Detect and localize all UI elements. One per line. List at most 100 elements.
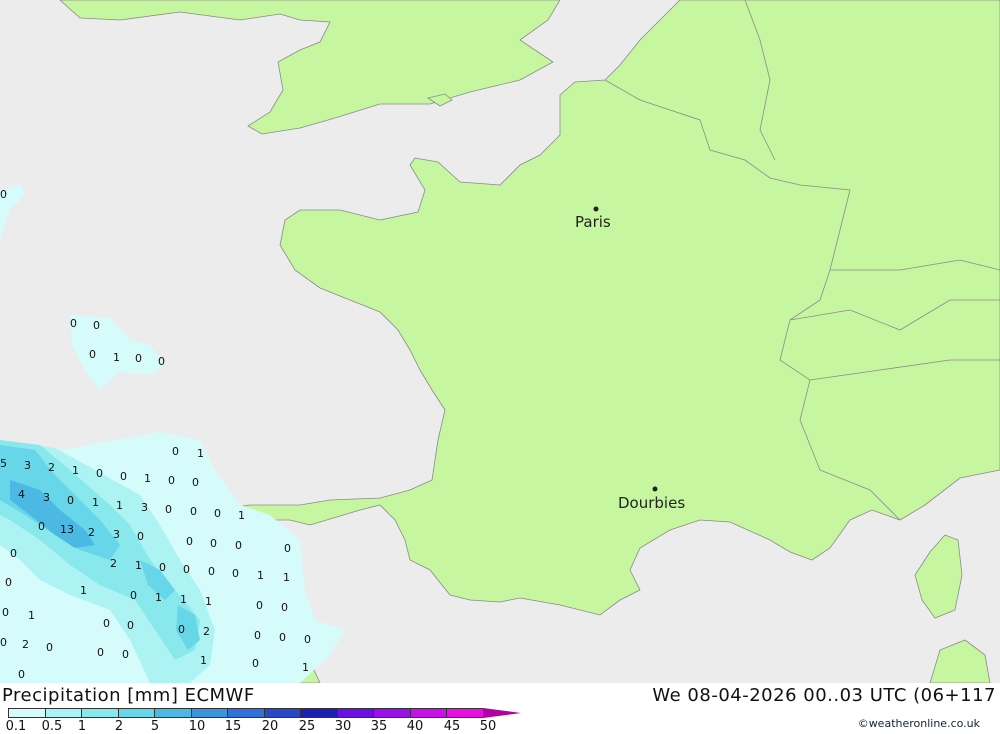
precip-value: 0	[10, 547, 17, 560]
precip-value: 3	[113, 528, 120, 541]
legend-swatch	[446, 708, 483, 718]
precip-value: 0	[137, 530, 144, 543]
city-marker	[652, 486, 658, 492]
precip-value: 5	[0, 457, 7, 470]
precip-value: 0	[172, 445, 179, 458]
precip-value: 1	[238, 509, 245, 522]
precip-value: 0	[235, 539, 242, 552]
precip-value: 2	[22, 638, 29, 651]
precip-value: 0	[168, 474, 175, 487]
precip-value: 0	[165, 503, 172, 516]
legend-swatch	[81, 708, 118, 718]
map-canvas: 0 0 0 1 0 0 0 5 3 2 1 0 0 1 0 0 0 1 4 3 …	[0, 0, 1000, 683]
credit-link[interactable]: ©weatheronline.co.uk	[858, 717, 980, 730]
precip-value: 0	[208, 565, 215, 578]
precip-value: 0	[122, 648, 129, 661]
precip-value: 4	[18, 488, 25, 501]
precip-value: 0	[120, 470, 127, 483]
precip-value: 13	[60, 523, 74, 536]
legend-label: 40	[406, 719, 424, 734]
legend-swatch	[300, 708, 337, 718]
legend-swatch	[154, 708, 191, 718]
precip-value: 1	[180, 593, 187, 606]
legend-swatch	[409, 708, 446, 718]
precip-value: 0	[158, 355, 165, 368]
legend-label: 15	[224, 719, 242, 734]
legend-swatch	[8, 708, 45, 718]
legend-label: 1	[77, 719, 87, 734]
precip-value: 1	[116, 499, 123, 512]
city-label: Dourbies	[618, 494, 685, 512]
precip-value: 3	[24, 459, 31, 472]
precip-value: 1	[72, 464, 79, 477]
precip-value: 0	[0, 636, 7, 649]
precip-value: 0	[281, 601, 288, 614]
legend-color-bar	[8, 708, 521, 718]
precip-value: 0	[190, 505, 197, 518]
legend-swatch	[44, 708, 81, 718]
map-footer: Precipitation [mm] ECMWF We 08-04-2026 0…	[0, 683, 1000, 734]
legend-label: 0.1	[5, 719, 27, 734]
precip-value: 0	[130, 589, 137, 602]
precip-value: 1	[113, 351, 120, 364]
precip-value: 1	[257, 569, 264, 582]
precip-value: 0	[67, 494, 74, 507]
precip-value: 0	[159, 561, 166, 574]
legend-swatch	[373, 708, 410, 718]
legend-swatch	[263, 708, 300, 718]
precip-value: 1	[80, 584, 87, 597]
legend-swatch	[227, 708, 264, 718]
precip-value: 0	[232, 567, 239, 580]
precip-value: 1	[92, 496, 99, 509]
precip-value: 0	[97, 646, 104, 659]
precip-value: 2	[88, 526, 95, 539]
precip-value: 0	[252, 657, 259, 670]
precip-value: 1	[135, 559, 142, 572]
precip-value: 0	[284, 542, 291, 555]
precip-value: 0	[210, 537, 217, 550]
precip-value: 1	[205, 595, 212, 608]
precip-value: 0	[254, 629, 261, 642]
legend-label: 30	[334, 719, 352, 734]
legend-label: 5	[150, 719, 160, 734]
precip-value: 1	[144, 472, 151, 485]
precip-value: 0	[192, 476, 199, 489]
precip-value: 0	[89, 348, 96, 361]
precip-value: 0	[127, 619, 134, 632]
precip-value: 0	[304, 633, 311, 646]
legend-label: 2	[114, 719, 124, 734]
legend-label: 45	[443, 719, 461, 734]
precip-value: 1	[283, 571, 290, 584]
precip-value: 1	[200, 654, 207, 667]
precip-value: 0	[178, 623, 185, 636]
precip-value: 0	[96, 467, 103, 480]
precip-value: 3	[141, 501, 148, 514]
precip-value: 0	[256, 599, 263, 612]
legend-label: 20	[261, 719, 279, 734]
legend-label: 35	[370, 719, 388, 734]
precip-value: 0	[0, 188, 7, 201]
precipitation-map: 0 0 0 1 0 0 0 5 3 2 1 0 0 1 0 0 0 1 4 3 …	[0, 0, 1000, 683]
precip-value: 1	[28, 609, 35, 622]
legend-label: 25	[298, 719, 316, 734]
precip-value: 2	[48, 461, 55, 474]
legend-swatch	[336, 708, 373, 718]
city-marker	[593, 206, 599, 212]
map-title: Precipitation [mm] ECMWF	[2, 685, 255, 706]
precip-value: 0	[279, 631, 286, 644]
precip-value: 0	[214, 507, 221, 520]
precip-value: 0	[2, 606, 9, 619]
legend-arrow	[482, 708, 521, 718]
precip-value: 0	[46, 641, 53, 654]
precip-value: 0	[38, 520, 45, 533]
legend-label: 10	[188, 719, 206, 734]
precip-value: 2	[110, 557, 117, 570]
precip-value: 0	[93, 319, 100, 332]
precip-value: 0	[5, 576, 12, 589]
forecast-datetime: We 08-04-2026 00..03 UTC (06+117	[652, 685, 996, 706]
precip-value: 3	[43, 491, 50, 504]
legend-label: 0.5	[41, 719, 63, 734]
precip-value: 0	[183, 563, 190, 576]
precip-value: 0	[103, 617, 110, 630]
precip-value: 0	[135, 352, 142, 365]
